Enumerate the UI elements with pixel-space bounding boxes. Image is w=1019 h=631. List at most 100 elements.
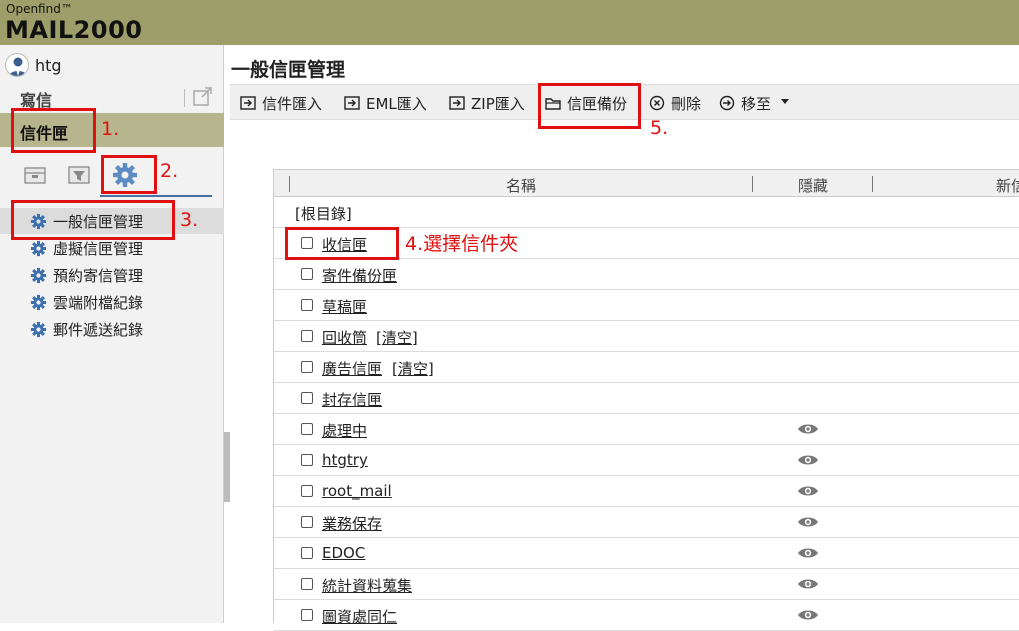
import-mail-button[interactable]: 信件匯入	[240, 93, 340, 113]
folder-link[interactable]: 草稿匣	[322, 296, 367, 317]
column-header-hidden[interactable]: 隱藏	[798, 175, 828, 196]
menu-item-scheduled-send[interactable]: 預約寄信管理	[0, 262, 224, 288]
table-header: 名稱 隱藏 新信	[274, 169, 1019, 197]
annotation-box-3	[11, 200, 175, 240]
table-row: root_mail	[274, 476, 1019, 507]
table-row: 圖資處同仁	[274, 600, 1019, 631]
table-row: 處理中	[274, 414, 1019, 445]
empty-action: [清空]	[376, 327, 418, 348]
mailbox-icon[interactable]	[22, 161, 50, 189]
import-eml-label: EML匯入	[366, 95, 427, 113]
column-separator[interactable]	[752, 176, 753, 192]
folder-link[interactable]: 寄件備份匣	[322, 265, 397, 286]
eye-icon[interactable]	[797, 577, 819, 591]
table-row-root: [根目錄]	[274, 197, 1019, 228]
table-row: EDOC	[274, 538, 1019, 569]
bracket: ]	[427, 360, 434, 378]
folder-link[interactable]: 廣告信匣	[322, 358, 382, 379]
annotation-box-4	[285, 227, 399, 260]
folder-link[interactable]: 統計資料蒐集	[322, 575, 412, 596]
app-header: Openfind™ MAIL2000	[0, 0, 1019, 45]
menu-item-label: 虛擬信匣管理	[53, 240, 144, 258]
row-checkbox[interactable]	[301, 392, 313, 404]
column-header-new[interactable]: 新信	[996, 175, 1019, 196]
row-checkbox[interactable]	[301, 361, 313, 373]
folder-link[interactable]: 回收筒	[322, 327, 367, 348]
gear-icon	[30, 240, 47, 257]
table-row: 寄件備份匣	[274, 259, 1019, 290]
table-row: 封存信匣	[274, 383, 1019, 414]
table-row: 統計資料蒐集	[274, 569, 1019, 600]
eye-icon[interactable]	[797, 422, 819, 436]
filter-icon[interactable]	[66, 161, 94, 189]
menu-item-cloud-attachments[interactable]: 雲端附檔紀錄	[0, 289, 224, 315]
annotation-label-1: 1.	[101, 118, 120, 140]
row-checkbox[interactable]	[301, 516, 313, 528]
move-icon	[719, 95, 737, 111]
folder-link[interactable]: 業務保存	[322, 513, 382, 534]
eye-icon[interactable]	[797, 608, 819, 622]
import-mail-label: 信件匯入	[262, 95, 323, 113]
gear-icon	[30, 321, 47, 338]
move-to-button[interactable]: 移至	[719, 93, 794, 113]
sidebar-collapse-handle[interactable]	[224, 432, 230, 502]
column-separator[interactable]	[872, 176, 873, 192]
row-checkbox[interactable]	[301, 423, 313, 435]
column-header-name[interactable]: 名稱	[506, 175, 536, 196]
chevron-down-icon	[780, 94, 790, 112]
row-checkbox[interactable]	[301, 609, 313, 621]
table-row: 回收筒 [清空]	[274, 321, 1019, 352]
annotation-label-3: 3.	[180, 209, 199, 231]
gear-icon	[30, 267, 47, 284]
folder-link[interactable]: root_mail	[322, 482, 392, 500]
folder-link[interactable]: 處理中	[322, 420, 367, 441]
folder-link[interactable]: 封存信匣	[322, 389, 382, 410]
row-checkbox[interactable]	[301, 330, 313, 342]
delete-icon	[649, 95, 667, 111]
eye-icon[interactable]	[797, 515, 819, 529]
bracket: ]	[411, 329, 418, 347]
empty-link[interactable]: 清空	[382, 329, 412, 347]
annotation-box-2	[101, 155, 157, 194]
popout-icon[interactable]	[192, 87, 214, 107]
annotation-label-2: 2.	[160, 160, 179, 182]
folder-link[interactable]: 圖資處同仁	[322, 606, 397, 627]
row-checkbox[interactable]	[301, 268, 313, 280]
delete-button[interactable]: 刪除	[649, 93, 709, 113]
annotation-box-5	[538, 83, 641, 129]
root-label: [根目錄]	[295, 205, 352, 223]
import-eml-button[interactable]: EML匯入	[344, 93, 444, 113]
folder-link[interactable]: EDOC	[322, 544, 365, 562]
menu-item-delivery-log[interactable]: 郵件遞送紀錄	[0, 316, 224, 342]
brand-logo[interactable]: MAIL2000	[5, 16, 142, 44]
table-row: htgtry	[274, 445, 1019, 476]
eye-icon[interactable]	[797, 453, 819, 467]
row-checkbox[interactable]	[301, 454, 313, 466]
table-row: 廣告信匣 [清空]	[274, 352, 1019, 383]
menu-item-label: 郵件遞送紀錄	[53, 321, 144, 339]
empty-link[interactable]: 清空	[398, 360, 428, 378]
user-name: htg	[35, 56, 62, 75]
folder-link[interactable]: htgtry	[322, 451, 368, 469]
user-row[interactable]: htg	[0, 53, 224, 79]
annotation-label-5: 5.	[650, 117, 669, 139]
import-icon	[344, 95, 362, 111]
menu-item-label: 預約寄信管理	[53, 267, 144, 285]
column-separator	[289, 176, 290, 192]
row-checkbox[interactable]	[301, 485, 313, 497]
row-checkbox[interactable]	[301, 547, 313, 559]
delete-label: 刪除	[671, 95, 702, 113]
row-checkbox[interactable]	[301, 578, 313, 590]
import-zip-button[interactable]: ZIP匯入	[449, 93, 539, 113]
annotation-box-1	[11, 108, 96, 153]
row-checkbox[interactable]	[301, 299, 313, 311]
page-title: 一般信匣管理	[231, 59, 346, 81]
eye-icon[interactable]	[797, 484, 819, 498]
active-tab-indicator	[100, 195, 212, 197]
brand-vendor: Openfind™	[6, 2, 73, 16]
eye-icon[interactable]	[797, 546, 819, 560]
gear-icon	[30, 294, 47, 311]
divider	[184, 89, 185, 107]
import-icon	[449, 95, 467, 111]
menu-item-label: 雲端附檔紀錄	[53, 294, 144, 312]
